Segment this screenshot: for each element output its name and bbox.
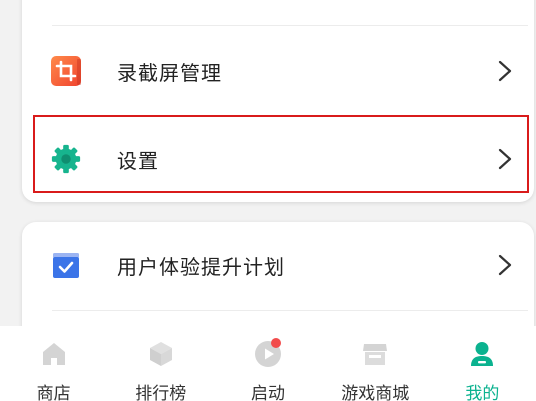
divider bbox=[52, 310, 528, 311]
tab-label: 启动 bbox=[251, 384, 285, 401]
chevron-right-icon bbox=[498, 60, 512, 82]
tab-label: 排行榜 bbox=[135, 384, 187, 401]
cube-icon bbox=[149, 342, 172, 366]
menu-item-label: 用户体验提升计划 bbox=[117, 254, 285, 279]
chevron-right-icon bbox=[498, 254, 512, 276]
tab-mine[interactable]: 我的 bbox=[429, 326, 536, 401]
menu-item-label: 录截屏管理 bbox=[117, 60, 222, 85]
menu-item-settings[interactable]: 设置 bbox=[22, 119, 534, 199]
tab-launch[interactable]: 启动 bbox=[214, 326, 321, 401]
tab-label: 商店 bbox=[36, 384, 71, 401]
divider bbox=[52, 25, 528, 26]
gear-icon bbox=[50, 143, 82, 175]
screenshot-crop-icon bbox=[50, 55, 82, 87]
chevron-right-icon bbox=[498, 148, 512, 170]
bottom-tab-bar: 商店 排行榜 启动 游戏商城 我的 bbox=[0, 326, 536, 401]
user-icon bbox=[471, 342, 494, 366]
tab-game-mall[interactable]: 游戏商城 bbox=[322, 326, 429, 401]
screen: 录截屏管理 设置 用户体验提升计划 商店 排行榜 启动 游戏商城 我的 bbox=[0, 0, 536, 401]
checklist-icon bbox=[50, 249, 82, 281]
tab-store[interactable]: 商店 bbox=[0, 326, 107, 401]
store-icon bbox=[363, 344, 388, 365]
divider bbox=[52, 115, 528, 116]
menu-item-screen-capture[interactable]: 录截屏管理 bbox=[22, 31, 534, 111]
menu-item-label: 设置 bbox=[117, 148, 159, 173]
settings-card: 录截屏管理 设置 bbox=[22, 0, 534, 202]
menu-item-user-experience[interactable]: 用户体验提升计划 bbox=[22, 225, 534, 305]
tab-label: 我的 bbox=[465, 384, 500, 401]
tab-label: 游戏商城 bbox=[341, 384, 410, 401]
home-icon bbox=[42, 343, 65, 365]
tab-ranking[interactable]: 排行榜 bbox=[107, 326, 214, 401]
